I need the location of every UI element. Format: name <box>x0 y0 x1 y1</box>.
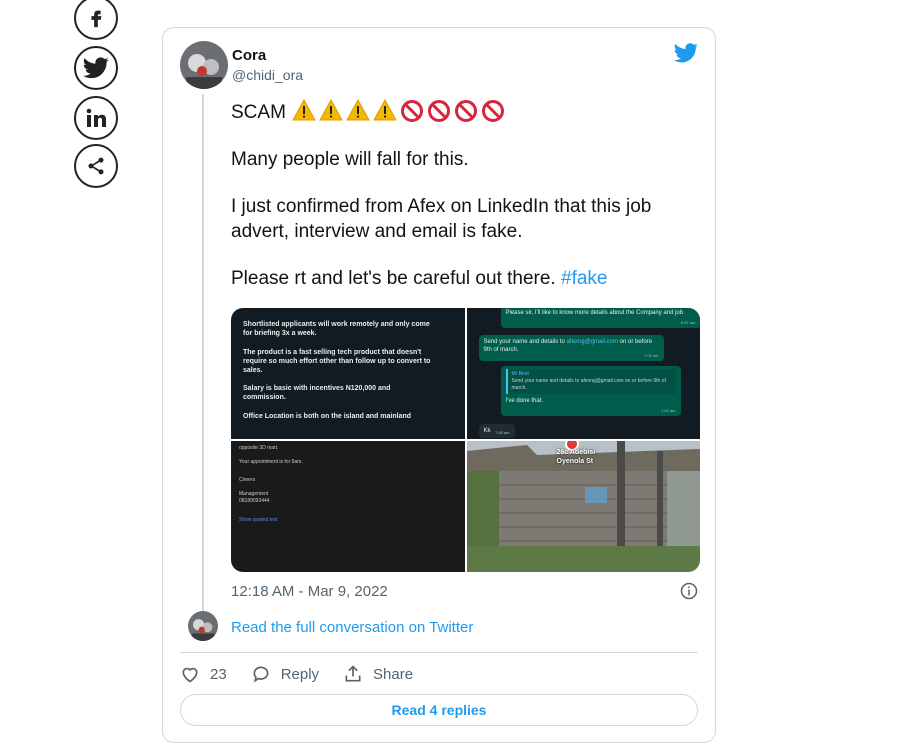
scam-word: SCAM <box>231 102 286 123</box>
chat-bubble: Mr Best Send your name and details to af… <box>500 366 681 416</box>
chat-text: Send your name and details to <box>483 339 567 345</box>
tweet-line-scam: SCAM <box>231 98 701 125</box>
read-replies-button[interactable]: Read 4 replies <box>180 694 698 726</box>
img3-line: Management <box>239 491 269 497</box>
author-handle[interactable]: @chidi_ora <box>232 67 303 83</box>
chat-time: 7:52 am <box>661 408 676 413</box>
chat-bubble: Kk 7:55 am <box>478 424 515 438</box>
divider <box>180 652 698 653</box>
img1-line: Salary is basic with incentives N120,000… <box>243 385 391 401</box>
author-name[interactable]: Cora <box>232 47 266 64</box>
quoted-message: Mr Best Send your name and details to af… <box>505 369 676 394</box>
share-icon <box>88 157 104 175</box>
small-author-avatar[interactable] <box>188 611 218 641</box>
chat-bubble: Please sir, I'll like to know more detai… <box>500 308 700 328</box>
chat-link: afexng@gmail.com <box>566 339 619 345</box>
warning-emoji-row <box>292 98 505 123</box>
share-label: Share <box>373 665 414 683</box>
like-count: 23 <box>210 665 227 683</box>
media-image-2[interactable]: Please sir, I'll like to know more detai… <box>466 308 700 439</box>
tweet-line-4-text: Please rt and let's be careful out there… <box>231 268 561 289</box>
read-full-conversation-link[interactable]: Read the full conversation on Twitter <box>231 619 473 636</box>
quote-name: Mr Best <box>511 371 529 377</box>
tweet-actions: 23 Reply Share <box>180 664 437 684</box>
reply-label: Reply <box>280 665 320 683</box>
prohibited-icon <box>481 99 504 122</box>
like-button[interactable]: 23 <box>180 664 227 684</box>
warning-icon <box>346 98 370 121</box>
tweet-line-3: I just confirmed from Afex on LinkedIn t… <box>231 196 652 242</box>
upload-share-icon <box>345 665 361 682</box>
twitter-icon <box>83 57 109 79</box>
heart-icon <box>182 667 198 683</box>
chat-text: Kk <box>483 428 491 434</box>
linkedin-share-button[interactable] <box>74 96 118 140</box>
img3-line: opposite 3D mart. <box>239 445 279 451</box>
place-label: 26c Adebisi Oyenola St <box>557 448 596 466</box>
warning-icon <box>373 98 397 121</box>
prohibited-icon <box>427 99 450 122</box>
thread-line <box>202 94 204 614</box>
media-image-4[interactable]: 26c Adebisi Oyenola St <box>466 441 700 572</box>
linkedin-icon <box>86 108 106 127</box>
tweet-text: SCAM Many people will fall for this. I j… <box>231 98 701 313</box>
tweet-line-2: Many people will fall for this. <box>231 149 469 170</box>
tweet-timestamp[interactable]: 12:18 AM - Mar 9, 2022 <box>231 583 388 600</box>
reply-button[interactable]: Reply <box>251 664 319 684</box>
tweet-line-4: Please rt and let's be careful out there… <box>231 266 701 291</box>
media-image-3[interactable]: opposite 3D mart. Your appointment is fo… <box>231 441 465 572</box>
chat-bubble: Send your name and details to afexng@gma… <box>478 335 664 361</box>
place-line-2: Oyenola St <box>556 458 594 465</box>
chat-text: Please sir, I'll like to know more detai… <box>505 310 684 316</box>
info-icon[interactable] <box>680 582 698 605</box>
quote-text: Send your name and details to afexng@gma… <box>511 378 666 391</box>
tweet-media-grid[interactable]: Shortlisted applicants will work remotel… <box>231 308 700 572</box>
reply-bubble-icon <box>253 666 269 683</box>
img3-line: 08189093444 <box>239 498 270 504</box>
img3-line: Your appointment is for 9am. <box>239 459 303 465</box>
chat-time: 7:02 am <box>644 353 659 358</box>
warning-icon <box>292 98 316 121</box>
hashtag-link[interactable]: #fake <box>561 268 607 289</box>
chat-text: I've done that. <box>505 398 544 404</box>
img1-line: The product is a fast selling tech produ… <box>243 349 431 374</box>
media-image-1[interactable]: Shortlisted applicants will work remotel… <box>231 308 465 439</box>
prohibited-icon <box>400 99 423 122</box>
img3-line: Show quoted text <box>239 517 278 523</box>
img1-line: Shortlisted applicants will work remotel… <box>243 321 430 337</box>
facebook-share-button[interactable] <box>74 0 118 40</box>
twitter-logo-icon[interactable] <box>674 43 698 68</box>
warning-icon <box>319 98 343 121</box>
chat-time: 7:55 am <box>495 430 510 435</box>
share-button[interactable]: Share <box>343 664 413 684</box>
img1-line: Office Location is both on the island an… <box>243 413 412 420</box>
img3-line: Cheers <box>239 477 256 483</box>
author-avatar[interactable] <box>180 41 228 89</box>
place-line-1: 26c Adebisi <box>556 449 596 456</box>
tweet-card: Cora @chidi_ora SCAM Many people will fa… <box>162 27 716 743</box>
twitter-share-button[interactable] <box>74 46 118 90</box>
prohibited-icon <box>454 99 477 122</box>
generic-share-button[interactable] <box>74 144 118 188</box>
facebook-icon <box>91 10 102 28</box>
chat-time: 6:57 am <box>681 320 696 325</box>
